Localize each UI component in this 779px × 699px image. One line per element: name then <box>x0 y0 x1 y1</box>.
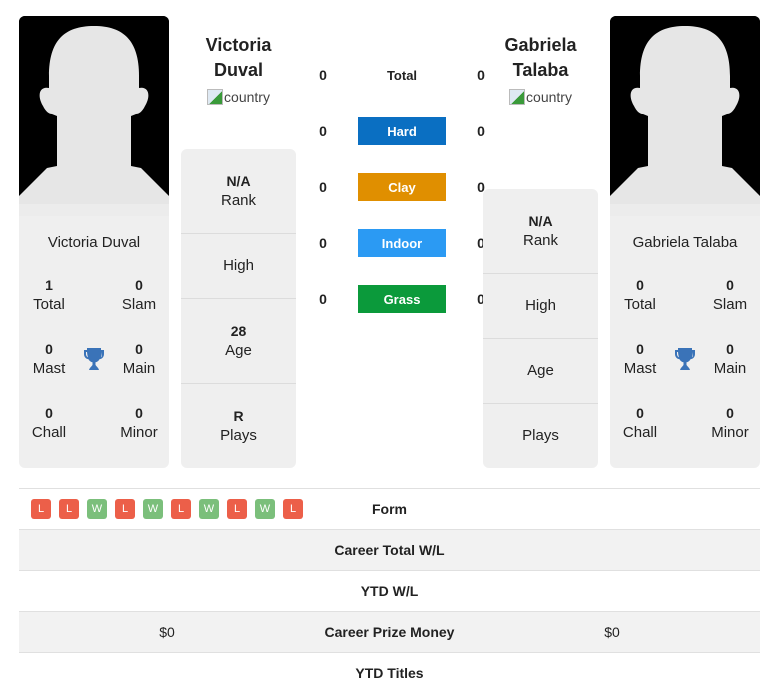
form-badge-win[interactable]: W <box>199 499 219 519</box>
player2-info-card: N/A Rank High Age Plays <box>483 189 598 468</box>
form-badge-loss[interactable]: L <box>59 499 79 519</box>
surface-row-grass: 0 Grass 0 <box>312 285 492 313</box>
player2-titles-main: 0 Main <box>713 341 747 377</box>
surface-badge-clay[interactable]: Clay <box>358 173 446 201</box>
table-row-ytd-titles: YTD Titles <box>19 652 760 693</box>
player1-name-line1[interactable]: Victoria <box>181 33 296 58</box>
player2-card-name[interactable]: Gabriela Talaba <box>610 234 760 251</box>
player1-form-badges: LLWLWLWLWL <box>19 499 315 519</box>
avatar-silhouette-icon <box>19 16 169 216</box>
player2-plays: Plays <box>522 427 559 444</box>
table-row-ytd-wl: YTD W/L <box>19 570 760 611</box>
surface-row-total: 0 Total 0 <box>319 67 485 83</box>
player1-rank: N/A Rank <box>181 149 296 234</box>
player2-titles-grid: 0 Total 0 Slam 0 Mast 0 Main 0 Chall 0 Minor <box>610 275 760 443</box>
player1-titles-minor: 0 Minor <box>120 405 158 441</box>
player1-titles-mast: 0 Mast <box>32 341 66 377</box>
player2-titles-mast: 0 Mast <box>623 341 657 377</box>
player2-age: Age <box>483 339 598 404</box>
player1-name-line2[interactable]: Duval <box>181 58 296 83</box>
form-badge-loss[interactable]: L <box>227 499 247 519</box>
player2-avatar[interactable] <box>610 16 760 216</box>
form-badge-loss[interactable]: L <box>115 499 135 519</box>
trophy-icon <box>670 339 700 379</box>
player1-form: LLWLWLWLWL <box>19 499 315 519</box>
player1-header: Victoria Duval country <box>181 33 296 105</box>
player1-titles-slam: 0 Slam <box>121 277 157 313</box>
player2-card: Gabriela Talaba 0 Total 0 Slam 0 Mast 0 Main… <box>610 16 760 468</box>
form-badge-win[interactable]: W <box>143 499 163 519</box>
surface-row-hard: 0 Hard 0 <box>312 117 492 145</box>
player2-name-line1[interactable]: Gabriela <box>483 33 598 58</box>
player2-titles-slam: 0 Slam <box>712 277 748 313</box>
career-total-wl-label: Career Total W/L <box>334 542 445 558</box>
player1-plays: R Plays <box>220 408 257 444</box>
player1-high: High <box>181 234 296 299</box>
player1-age: 28 Age <box>181 299 296 384</box>
surface-comparison: 0 Total 0 0 Hard 0 0 Clay 0 0 Indoor 0 0… <box>312 61 492 313</box>
avatar-silhouette-icon <box>610 16 760 216</box>
surface-row-indoor: 0 Indoor 0 <box>312 229 492 257</box>
form-label: Form <box>372 501 407 517</box>
player2-name-line2[interactable]: Talaba <box>483 58 598 83</box>
trophy-icon <box>79 339 109 379</box>
player2-titles-total: 0 Total <box>624 277 656 313</box>
player1-card: Victoria Duval 1 Total 0 Slam 0 Mast 0 Main … <box>19 16 169 468</box>
player1-card-name[interactable]: Victoria Duval <box>19 234 169 251</box>
table-row-form: LLWLWLWLWL Form <box>19 488 760 529</box>
form-badge-loss[interactable]: L <box>31 499 51 519</box>
player1-titles-grid: 1 Total 0 Slam 0 Mast 0 Main 0 Chall 0 Minor <box>19 275 169 443</box>
broken-image-icon <box>207 89 224 105</box>
player2-rank: N/A Rank <box>483 189 598 274</box>
table-row-career-prize-money: $0 Career Prize Money $0 <box>19 611 760 652</box>
player2-titles-minor: 0 Minor <box>711 405 749 441</box>
surface-badge-indoor[interactable]: Indoor <box>358 229 446 257</box>
broken-image-icon <box>509 89 526 105</box>
player1-info-card: N/A Rank High 28 Age R Plays <box>181 149 296 468</box>
form-badge-win[interactable]: W <box>255 499 275 519</box>
form-badge-loss[interactable]: L <box>283 499 303 519</box>
player1-titles-total: 1 Total <box>33 277 65 313</box>
player1-career-prize-money: $0 <box>159 624 175 640</box>
player1-country-flag: country <box>181 89 296 105</box>
form-badge-loss[interactable]: L <box>171 499 191 519</box>
table-row-career-total-wl: Career Total W/L <box>19 529 760 570</box>
player2-career-prize-money: $0 <box>604 624 620 640</box>
player1-avatar[interactable] <box>19 16 169 216</box>
player1-titles-main: 0 Main <box>122 341 156 377</box>
ytd-titles-label: YTD Titles <box>355 665 424 681</box>
player2-titles-chall: 0 Chall <box>622 405 658 441</box>
surface-badge-grass[interactable]: Grass <box>358 285 446 313</box>
surface-row-clay: 0 Clay 0 <box>312 173 492 201</box>
player2-high: High <box>483 274 598 339</box>
player2-country-flag: country <box>483 89 598 105</box>
surface-badge-hard[interactable]: Hard <box>358 117 446 145</box>
form-badge-win[interactable]: W <box>87 499 107 519</box>
player1-titles-chall: 0 Chall <box>31 405 67 441</box>
ytd-wl-label: YTD W/L <box>360 583 419 599</box>
career-prize-money-label: Career Prize Money <box>324 624 455 640</box>
player2-header: Gabriela Talaba country <box>483 33 598 105</box>
